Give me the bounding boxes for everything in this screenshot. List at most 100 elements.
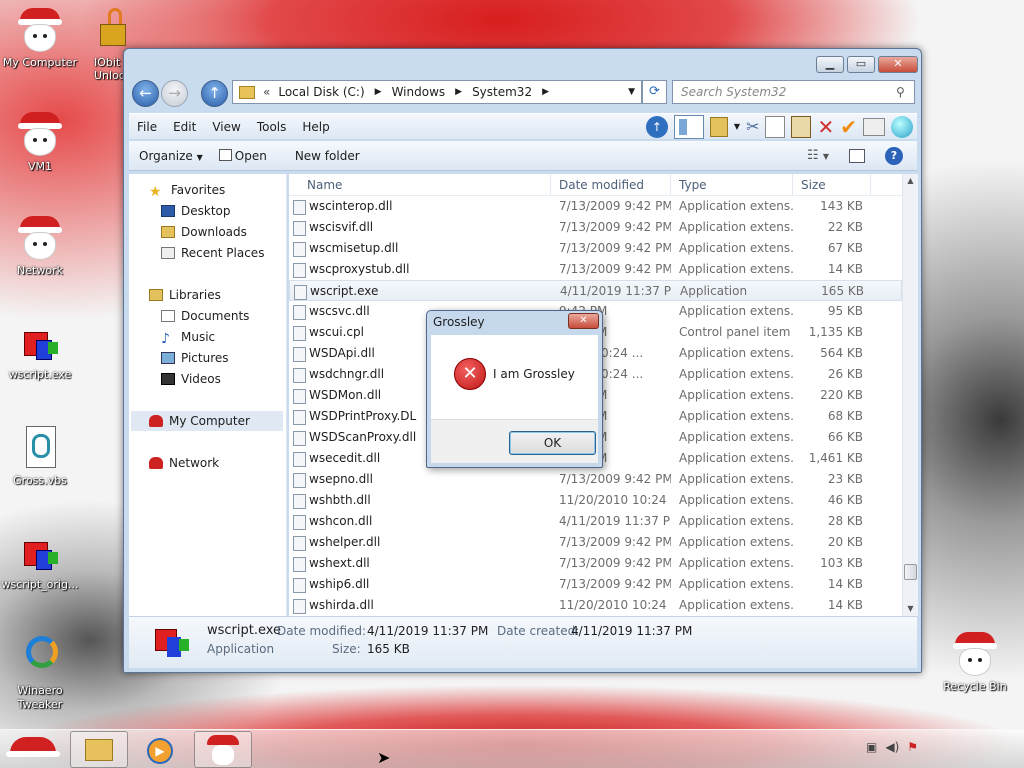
flag-tray-icon[interactable]: ⚑ bbox=[907, 740, 918, 754]
start-button[interactable] bbox=[4, 733, 62, 766]
file-size: 20 KB bbox=[827, 535, 863, 549]
file-size: 22 KB bbox=[827, 220, 863, 234]
search-input[interactable]: Search System32 bbox=[672, 80, 915, 104]
help-icon[interactable]: ? bbox=[885, 146, 903, 165]
desktop-icon-gross-vbs[interactable]: Gross.vbs bbox=[0, 424, 80, 487]
file-row[interactable]: wshelper.dll 7/13/2009 9:42 PM Application… bbox=[289, 532, 902, 553]
globe-icon[interactable] bbox=[891, 115, 913, 138]
back-button[interactable]: ← bbox=[132, 80, 159, 107]
desktop-icon-network[interactable]: Network bbox=[0, 214, 80, 277]
santa-face-icon bbox=[16, 110, 64, 158]
menu-view[interactable]: View bbox=[204, 120, 248, 134]
ok-button[interactable]: OK bbox=[509, 431, 596, 455]
file-size: 66 KB bbox=[827, 430, 863, 444]
file-row[interactable]: wscript.exe 4/11/2019 11:37 PM Application… bbox=[289, 280, 902, 301]
delete-icon[interactable]: ✕ bbox=[817, 115, 834, 139]
folder-options-icon[interactable] bbox=[709, 116, 728, 137]
file-row[interactable]: wscinterop.dll 7/13/2009 9:42 PM Applicati… bbox=[289, 196, 902, 217]
file-row[interactable]: wshirda.dll 11/20/2010 10:24 ... Applicati… bbox=[289, 595, 902, 616]
address-dropdown-icon[interactable]: ▼ bbox=[622, 87, 641, 97]
column-type[interactable]: Type bbox=[671, 174, 793, 195]
desktop-icon-my-computer[interactable]: My Computer bbox=[0, 6, 80, 69]
desktop-icon-recycle-bin[interactable]: Recycle Bin bbox=[935, 630, 1015, 693]
maximize-button[interactable]: ▭ bbox=[847, 56, 875, 73]
taskbar: ▶ ▣ ◀) ⚑ ➤ bbox=[0, 729, 1024, 768]
desktop-icon-label: Gross.vbs bbox=[13, 474, 67, 487]
preview-pane-icon[interactable] bbox=[673, 114, 704, 139]
nav-downloads[interactable]: Downloads bbox=[161, 222, 247, 242]
file-row[interactable]: wscmisetup.dll 7/13/2009 9:42 PM Applicati… bbox=[289, 238, 902, 259]
menu-help[interactable]: Help bbox=[294, 120, 337, 134]
nav-network[interactable]: Network bbox=[149, 453, 219, 473]
file-row[interactable]: wshcon.dll 4/11/2019 11:37 PM Application … bbox=[289, 511, 902, 532]
preview-pane-toggle-icon[interactable] bbox=[849, 148, 865, 163]
scroll-thumb[interactable] bbox=[904, 564, 917, 580]
nav-videos[interactable]: Videos bbox=[161, 369, 221, 389]
desktop-icon-vm1[interactable]: VM1 bbox=[0, 110, 80, 173]
refresh-button[interactable]: ⟳ bbox=[642, 80, 667, 104]
minimize-button[interactable]: ▁ bbox=[816, 56, 844, 73]
column-date-modified[interactable]: Date modified bbox=[551, 174, 671, 195]
view-options-icon[interactable]: ☷ ▼ bbox=[807, 148, 829, 163]
vertical-scrollbar[interactable]: ▲ ▼ bbox=[902, 174, 918, 616]
organize-button[interactable]: Organize ▼ bbox=[129, 149, 213, 163]
nav-favorites[interactable]: ★ Favorites bbox=[149, 180, 225, 200]
search-icon[interactable]: ⚲ bbox=[896, 85, 905, 99]
nav-desktop[interactable]: Desktop bbox=[161, 201, 231, 221]
taskbar-media-player-button[interactable]: ▶ bbox=[132, 731, 190, 768]
menu-edit[interactable]: Edit bbox=[165, 120, 204, 134]
file-type: Application extens... bbox=[679, 367, 793, 381]
nav-my-computer[interactable]: My Computer bbox=[131, 411, 283, 431]
scroll-down-arrow[interactable]: ▼ bbox=[903, 602, 918, 616]
breadcrumb-overflow[interactable]: « bbox=[263, 85, 270, 99]
scroll-up-arrow[interactable]: ▲ bbox=[903, 174, 918, 188]
column-size[interactable]: Size bbox=[793, 174, 871, 195]
desktop-icon-wscript[interactable]: wscript.exe bbox=[0, 318, 80, 381]
new-folder-button[interactable]: New folder bbox=[277, 149, 370, 163]
breadcrumb-local-disk[interactable]: Local Disk (C:) bbox=[278, 85, 364, 99]
file-date-modified: 11/20/2010 10:24 ... bbox=[559, 493, 671, 507]
check-icon[interactable]: ✔ bbox=[840, 115, 857, 139]
menu-tools[interactable]: Tools bbox=[249, 120, 295, 134]
breadcrumb-system32[interactable]: System32 bbox=[472, 85, 532, 99]
paste-icon[interactable] bbox=[791, 115, 812, 138]
breadcrumb-windows[interactable]: Windows bbox=[392, 85, 446, 99]
close-button[interactable]: ✕ bbox=[878, 56, 918, 73]
nav-recent-places[interactable]: Recent Places bbox=[161, 243, 264, 263]
file-row[interactable]: wshext.dll 7/13/2009 9:42 PM Application e… bbox=[289, 553, 902, 574]
file-row[interactable]: wscisvif.dll 7/13/2009 9:42 PM Application… bbox=[289, 217, 902, 238]
desktop-icon-wscript-orig[interactable]: wscript_orig... bbox=[0, 528, 80, 591]
nav-libraries[interactable]: Libraries bbox=[149, 285, 221, 305]
taskbar-santa-app-button[interactable] bbox=[194, 731, 252, 768]
error-icon: ✕ bbox=[454, 358, 486, 390]
column-name[interactable]: Name bbox=[289, 174, 551, 195]
taskbar-explorer-button[interactable] bbox=[70, 731, 128, 768]
file-row[interactable]: wship6.dll 7/13/2009 9:42 PM Application e… bbox=[289, 574, 902, 595]
nav-music[interactable]: ♪ Music bbox=[161, 327, 215, 347]
file-name: wship6.dll bbox=[289, 574, 551, 595]
dialog-close-button[interactable]: ✕ bbox=[568, 313, 599, 329]
up-folder-icon[interactable]: ↑ bbox=[645, 115, 668, 138]
forward-button[interactable]: → bbox=[161, 80, 188, 107]
nav-label: Pictures bbox=[181, 351, 229, 365]
dropdown-icon[interactable]: ▼ bbox=[734, 122, 740, 131]
cut-icon[interactable]: ✂ bbox=[746, 117, 759, 136]
toolbar-icons: ↑ ▼ ✂ ✕ ✔ bbox=[645, 114, 917, 139]
desktop-icon-winaero-tweaker[interactable]: Winaero Tweaker bbox=[0, 634, 80, 712]
nav-documents[interactable]: Documents bbox=[161, 306, 249, 326]
nav-pictures[interactable]: Pictures bbox=[161, 348, 229, 368]
file-type: Application extens... bbox=[679, 346, 793, 360]
address-bar[interactable]: « Local Disk (C:) ▶ Windows ▶ System32 ▶… bbox=[232, 80, 642, 104]
open-button[interactable]: Open bbox=[213, 148, 277, 163]
properties-icon[interactable] bbox=[863, 117, 885, 136]
file-name: wsepno.dll bbox=[289, 469, 551, 490]
network-tray-icon[interactable]: ▣ bbox=[866, 740, 877, 754]
copy-icon[interactable] bbox=[765, 115, 786, 138]
menu-file[interactable]: File bbox=[129, 120, 165, 134]
up-button[interactable]: ↑ bbox=[201, 80, 228, 107]
file-row[interactable]: wshbth.dll 11/20/2010 10:24 ... Applicatio… bbox=[289, 490, 902, 511]
volume-tray-icon[interactable]: ◀) bbox=[885, 740, 899, 754]
file-row[interactable]: wscproxystub.dll 7/13/2009 9:42 PM Applica… bbox=[289, 259, 902, 280]
file-row[interactable]: wsepno.dll 7/13/2009 9:42 PM Application e… bbox=[289, 469, 902, 490]
winaero-icon bbox=[16, 634, 64, 682]
